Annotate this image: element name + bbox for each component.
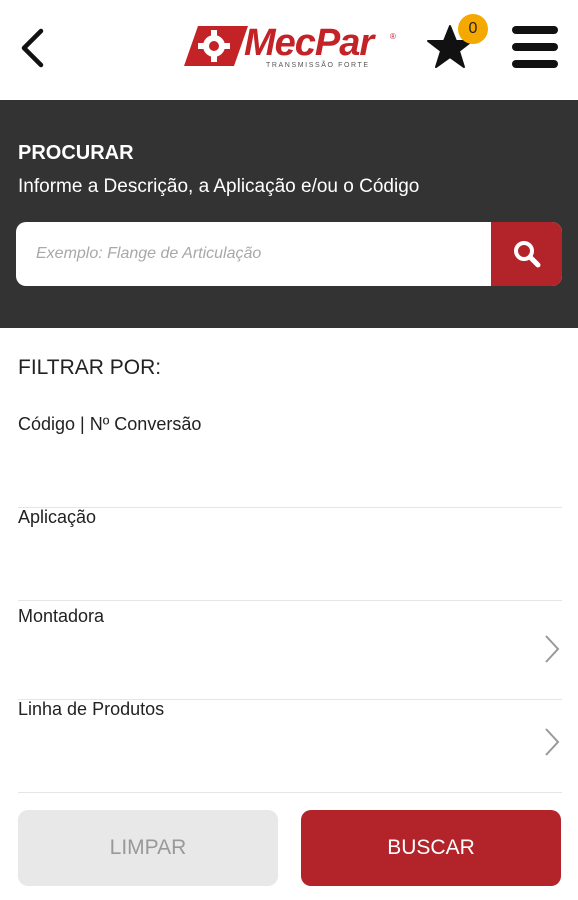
chevron-left-icon [21, 28, 44, 68]
search-panel: PROCURAR Informe a Descrição, a Aplicaçã… [0, 100, 578, 328]
search-button[interactable]: BUSCAR [301, 810, 561, 886]
logo-registered-mark: ® [390, 32, 396, 41]
filter-manufacturer[interactable]: Montadora [18, 606, 562, 700]
chevron-right-icon [545, 728, 560, 756]
chevron-right-icon [545, 635, 560, 663]
filter-application-label: Aplicação [18, 507, 97, 527]
back-button[interactable] [12, 24, 52, 72]
filter-title: FILTRAR POR: [18, 356, 162, 379]
hamburger-line [512, 43, 558, 51]
search-input[interactable] [16, 222, 490, 286]
hamburger-menu-icon [512, 26, 558, 34]
filter-product-line[interactable]: Linha de Produtos [18, 699, 562, 793]
gear-logo-icon [184, 26, 248, 66]
menu-button[interactable] [510, 22, 560, 72]
logo-wordmark: MecPar [244, 22, 374, 64]
favorites-count-badge: 0 [458, 14, 488, 44]
search-title: PROCURAR [18, 142, 134, 164]
hamburger-line [512, 60, 558, 68]
logo-tagline: TRANSMISSÃO FORTE [266, 62, 370, 69]
mecpar-logo: MecPar ® TRANSMISSÃO FORTE [184, 22, 396, 72]
app-header: MecPar ® TRANSMISSÃO FORTE 0 [0, 0, 578, 100]
filter-code[interactable]: Código | Nº Conversão [18, 414, 562, 508]
filter-manufacturer-label: Montadora [18, 606, 105, 626]
filter-product-line-label: Linha de Produtos [18, 699, 165, 719]
clear-button[interactable]: LIMPAR [18, 810, 278, 886]
search-subtitle: Informe a Descrição, a Aplicação e/ou o … [18, 176, 420, 197]
search-submit-button[interactable] [491, 222, 562, 286]
search-box [16, 222, 562, 286]
filter-application[interactable]: Aplicação [18, 507, 562, 601]
filter-code-label: Código | Nº Conversão [18, 414, 202, 434]
search-icon [513, 241, 540, 268]
favorites-button[interactable]: 0 [426, 14, 488, 74]
